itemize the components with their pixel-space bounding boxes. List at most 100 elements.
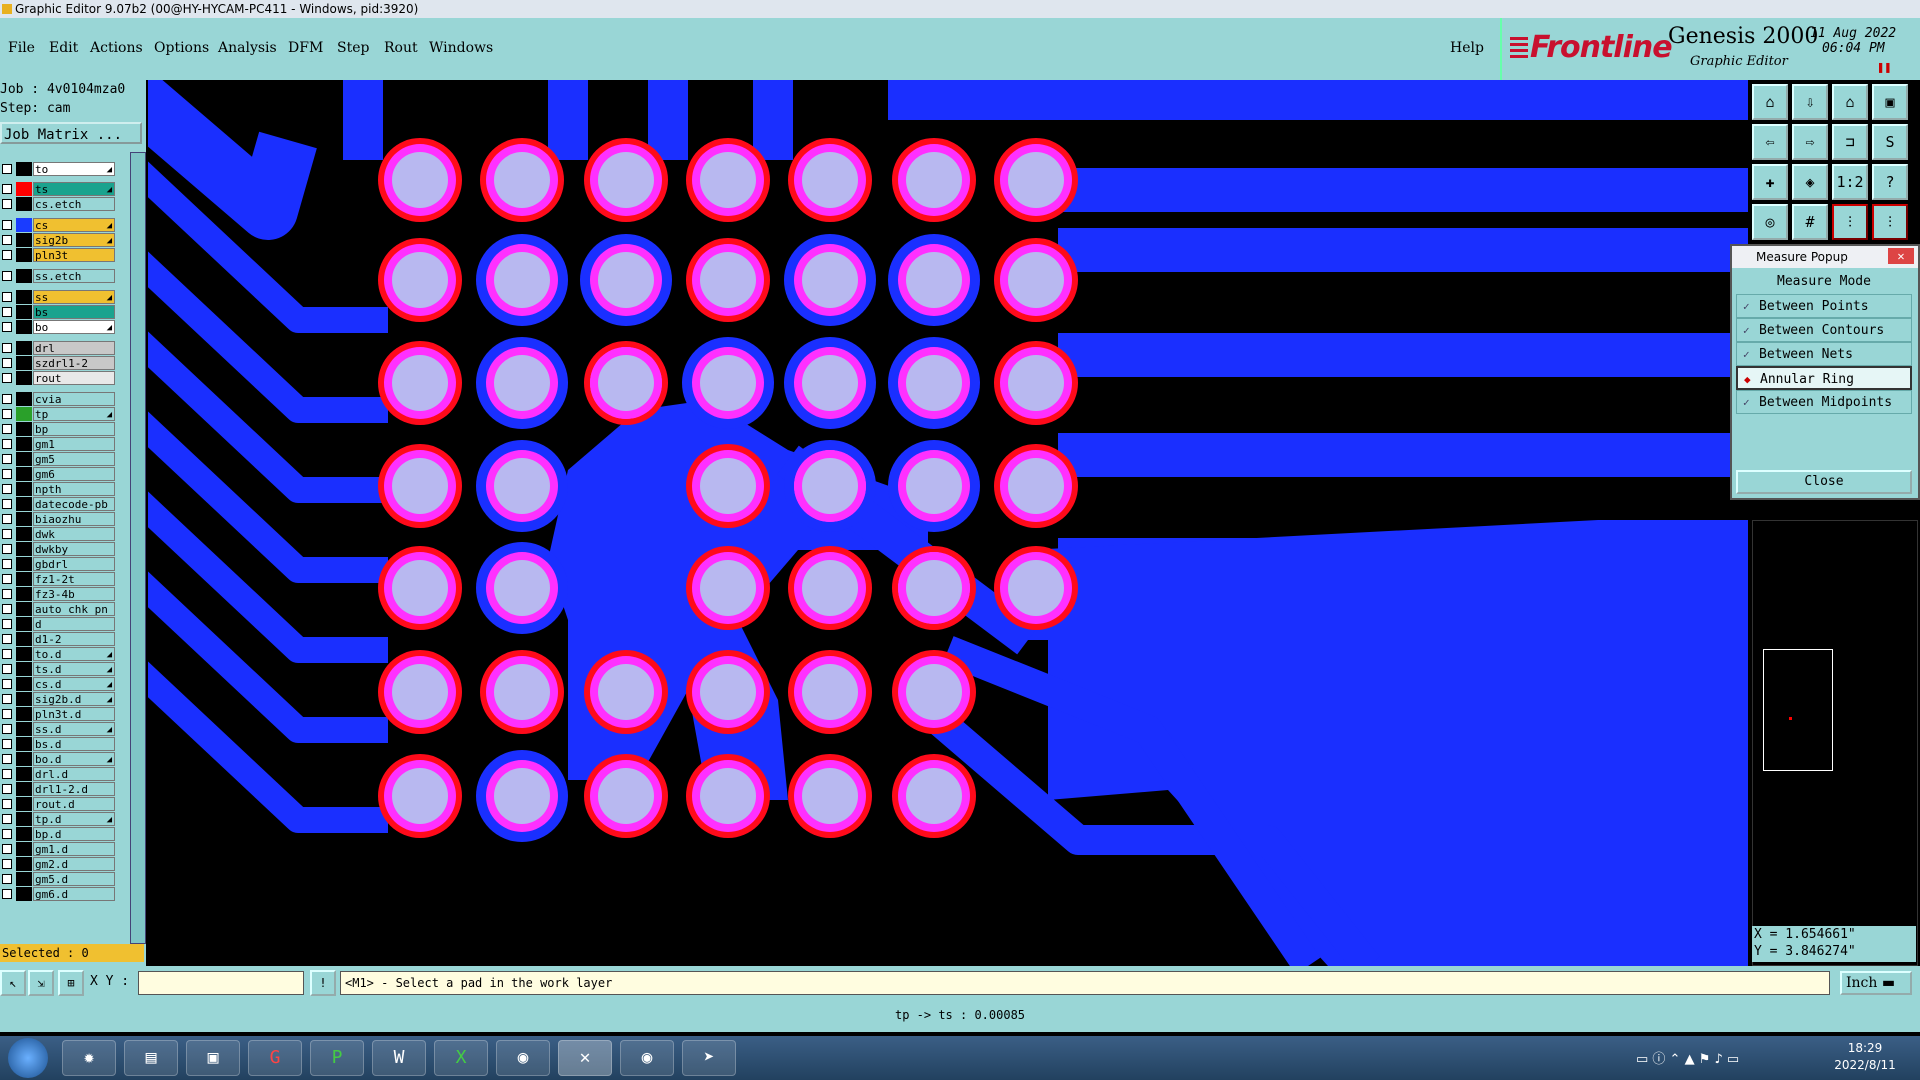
pad[interactable] [590,347,662,419]
layer-checkbox[interactable] [2,829,12,839]
layer-row-bp-d[interactable]: bp.d [0,827,120,841]
taskbar-notepad-icon[interactable]: ▤ [124,1040,178,1076]
menu-windows[interactable]: Windows [429,40,493,56]
layer-row-ss-d[interactable]: ss.d ◢ [0,722,120,736]
home-view-icon[interactable]: ⌂ [1832,84,1868,120]
menu-step[interactable]: Step [337,40,369,56]
layer-row-pln3t-d[interactable]: pln3t.d [0,707,120,721]
taskbar-genesis-icon[interactable]: ◉ [496,1040,550,1076]
layer-name[interactable]: gbdrl [33,557,115,571]
zoom-window-icon[interactable]: ⊐ [1832,124,1868,160]
layer-name[interactable]: ts ◢ [33,182,115,196]
layer-color-swatch[interactable] [16,371,32,385]
layer-row-rout-d[interactable]: rout.d [0,797,120,811]
taskbar-save-icon[interactable]: ▣ [186,1040,240,1076]
layer-color-swatch[interactable] [16,617,32,631]
layer-name[interactable]: d [33,617,115,631]
layer-row-drl-d[interactable]: drl.d [0,767,120,781]
layer-checkbox[interactable] [2,409,12,419]
layer-row-auto-chk-pn[interactable]: auto_chk_pn [0,602,120,616]
layer-row-ss[interactable]: ss ◢ [0,290,120,304]
layer-color-swatch[interactable] [16,356,32,370]
layer-checkbox[interactable] [2,199,12,209]
layer-row-ss-etch[interactable]: ss.etch [0,269,120,283]
layer-row-to-d[interactable]: to.d ◢ [0,647,120,661]
layer-row-gm5[interactable]: gm5 [0,452,120,466]
layer-color-swatch[interactable] [16,497,32,511]
layer-name[interactable]: rout [33,371,115,385]
layer-checkbox[interactable] [2,499,12,509]
layer-name[interactable]: sig2b.d ◢ [33,692,115,706]
layer-color-swatch[interactable] [16,437,32,451]
layer-row-d[interactable]: d [0,617,120,631]
layer-name[interactable]: npth [33,482,115,496]
pad[interactable] [788,650,872,734]
layer-name[interactable]: auto_chk_pn [33,602,115,616]
layer-row-gm6[interactable]: gm6 [0,467,120,481]
layer-row-tp-d[interactable]: tp.d ◢ [0,812,120,826]
pad[interactable] [892,650,976,734]
layer-checkbox[interactable] [2,634,12,644]
layer-color-swatch[interactable] [16,887,32,901]
system-clock[interactable]: 18:29 2022/8/11 [1820,1040,1910,1074]
pad[interactable] [892,138,976,222]
layer-name[interactable]: bo.d ◢ [33,752,115,766]
pad[interactable] [686,138,770,222]
layer-checkbox[interactable] [2,373,12,383]
layer-checkbox[interactable] [2,292,12,302]
layer-color-swatch[interactable] [16,722,32,736]
redraw-icon[interactable]: S [1872,124,1908,160]
layer-checkbox[interactable] [2,394,12,404]
layer-row-sig2b-d[interactable]: sig2b.d ◢ [0,692,120,706]
layer-checkbox[interactable] [2,235,12,245]
layer-row-gm1[interactable]: gm1 [0,437,120,451]
layer-color-swatch[interactable] [16,341,32,355]
layer-row-fz1-2t[interactable]: fz1-2t [0,572,120,586]
layer-row-gbdrl[interactable]: gbdrl [0,557,120,571]
zoom-one-to-two-button[interactable]: 1:2 [1832,164,1868,200]
layer-row-bs-d[interactable]: bs.d [0,737,120,751]
layer-row-gm6-d[interactable]: gm6.d [0,887,120,901]
measure-close-button[interactable]: Close [1736,470,1912,494]
pad[interactable] [892,754,976,838]
layer-color-swatch[interactable] [16,269,32,283]
overview-map[interactable] [1752,520,1918,966]
layer-name[interactable]: szdrl1-2 [33,356,115,370]
layer-name[interactable]: dwkby [33,542,115,556]
layer-color-swatch[interactable] [16,812,32,826]
layer-row-rout[interactable]: rout [0,371,120,385]
layer-name[interactable]: ss ◢ [33,290,115,304]
layer-color-swatch[interactable] [16,677,32,691]
taskbar-monitor-icon[interactable]: ◉ [620,1040,674,1076]
layer-color-swatch[interactable] [16,197,32,211]
layer-row-d1-2[interactable]: d1-2 [0,632,120,646]
layer-row-cs-etch[interactable]: cs.etch [0,197,120,211]
layer-name[interactable]: ss.d ◢ [33,722,115,736]
pad[interactable] [888,337,980,429]
measure-option-annular-ring[interactable]: ◆ Annular Ring [1736,366,1912,390]
job-matrix-button[interactable]: Job Matrix ... [0,122,142,144]
layer-checkbox[interactable] [2,358,12,368]
layer-color-swatch[interactable] [16,467,32,481]
layer-checkbox[interactable] [2,709,12,719]
pad[interactable] [378,650,462,734]
overview-view-rectangle[interactable] [1763,649,1833,771]
layer-name[interactable]: drl.d [33,767,115,781]
help-icon[interactable]: ? [1872,164,1908,200]
pad[interactable] [476,234,568,326]
pad[interactable] [584,754,668,838]
layer-color-swatch[interactable] [16,422,32,436]
system-tray-icons[interactable]: ▭ ⓘ ⌃ ▲ ⚑ ♪ ▭ [1636,1048,1739,1067]
layer-checkbox[interactable] [2,589,12,599]
layer-name[interactable]: biaozhu [33,512,115,526]
layer-row-gm5-d[interactable]: gm5.d [0,872,120,886]
layer-color-swatch[interactable] [16,392,32,406]
layer-checkbox[interactable] [2,799,12,809]
layer-color-swatch[interactable] [16,587,32,601]
layer-checkbox[interactable] [2,874,12,884]
pad[interactable] [788,138,872,222]
pad[interactable] [378,754,462,838]
layer-row-bo-d[interactable]: bo.d ◢ [0,752,120,766]
layer-row-bp[interactable]: bp [0,422,120,436]
measure-option-between-nets[interactable]: ✓ Between Nets [1736,342,1912,366]
